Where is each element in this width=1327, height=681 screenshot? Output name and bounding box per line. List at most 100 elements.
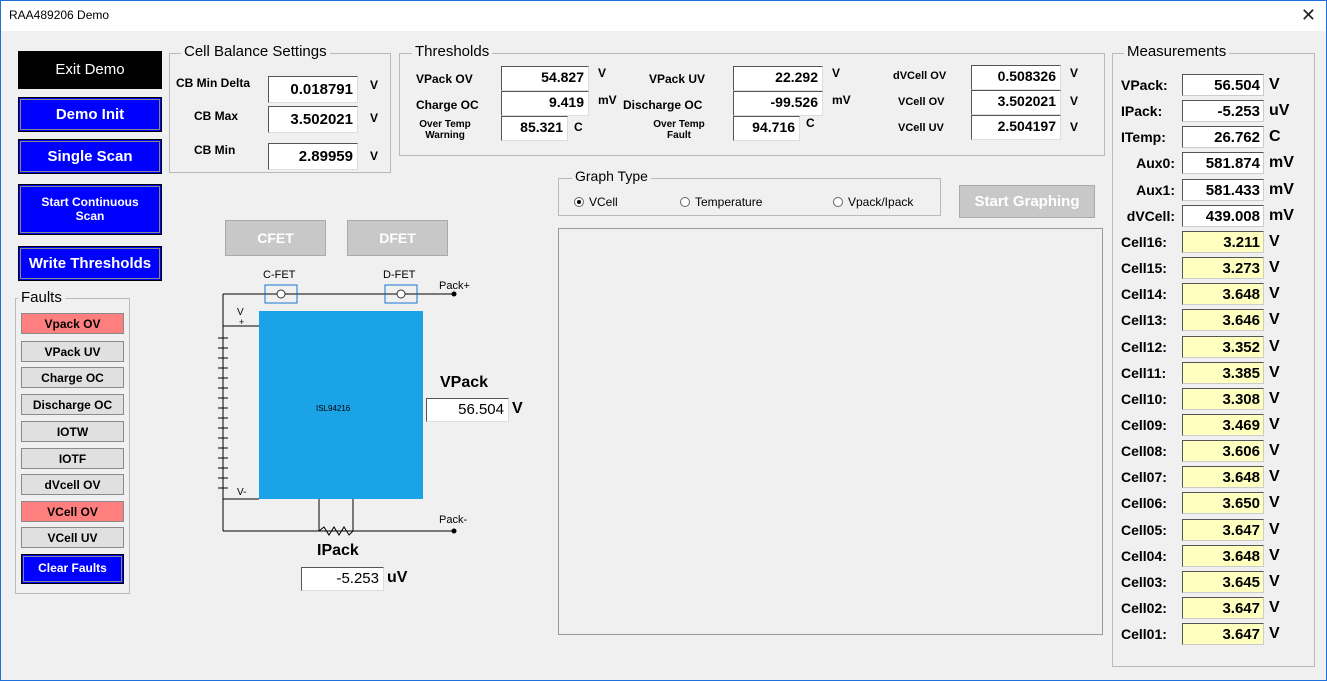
measurement-label: Cell14: bbox=[1121, 286, 1167, 302]
over-temp-warning-field[interactable]: 85.321 bbox=[501, 116, 568, 141]
over-temp-fault-field[interactable]: 94.716 bbox=[733, 116, 800, 141]
cb-min-field[interactable]: 2.89959 bbox=[268, 143, 358, 170]
measurement-value: 3.645 bbox=[1182, 571, 1264, 593]
cb-max-field[interactable]: 3.502021 bbox=[268, 106, 358, 133]
measurement-value: 3.647 bbox=[1182, 519, 1264, 541]
app-window: RAA489206 Demo ✕ Exit Demo Demo Init Sin… bbox=[0, 0, 1327, 681]
vcell-uv-unit: V bbox=[1070, 120, 1079, 134]
measurement-unit: V bbox=[1269, 76, 1280, 93]
over-temp-fault-label: Over Temp Fault bbox=[653, 119, 705, 141]
vpack-uv-unit: V bbox=[832, 66, 841, 80]
measurement-value: -5.253 bbox=[1182, 100, 1264, 122]
measurement-unit: V bbox=[1269, 311, 1280, 328]
discharge-oc-unit: mV bbox=[832, 93, 851, 107]
discharge-oc-field[interactable]: -99.526 bbox=[733, 91, 823, 116]
demo-init-button[interactable]: Demo Init bbox=[18, 97, 162, 132]
measurement-label: Cell07: bbox=[1121, 469, 1167, 485]
start-graphing-button[interactable]: Start Graphing bbox=[959, 185, 1095, 218]
graph-type-radio-label: Temperature bbox=[695, 195, 763, 209]
measurement-label: Cell15: bbox=[1121, 260, 1167, 276]
discharge-oc-label: Discharge OC bbox=[623, 98, 703, 112]
exit-demo-button[interactable]: Exit Demo bbox=[18, 51, 162, 89]
clear-faults-button[interactable]: Clear Faults bbox=[21, 554, 124, 584]
fault-indicator: Vpack OV bbox=[21, 313, 124, 334]
measurement-label: Cell01: bbox=[1121, 626, 1167, 642]
v-plus-sign: + bbox=[239, 317, 245, 327]
fault-indicator: VPack UV bbox=[21, 341, 124, 362]
measurement-unit: uV bbox=[1269, 102, 1290, 119]
v-minus-label: V- bbox=[237, 487, 247, 498]
measurement-value: 581.874 bbox=[1182, 152, 1264, 174]
measurement-unit: V bbox=[1269, 442, 1280, 459]
measurement-value: 3.647 bbox=[1182, 623, 1264, 645]
measurement-value: 581.433 bbox=[1182, 179, 1264, 201]
measurement-label: Cell04: bbox=[1121, 548, 1167, 564]
measurement-label: dVCell: bbox=[1126, 208, 1175, 224]
measurement-value: 3.648 bbox=[1182, 466, 1264, 488]
measurement-unit: mV bbox=[1269, 154, 1294, 171]
fault-indicator: IOTW bbox=[21, 421, 124, 442]
cb-min-delta-unit: V bbox=[370, 78, 379, 92]
measurement-unit: V bbox=[1269, 259, 1280, 276]
measurement-unit: V bbox=[1269, 573, 1280, 590]
measurement-unit: V bbox=[1269, 416, 1280, 433]
measurement-value: 26.762 bbox=[1182, 126, 1264, 148]
measurement-value: 3.647 bbox=[1182, 597, 1264, 619]
charge-oc-field[interactable]: 9.419 bbox=[501, 91, 589, 116]
measurement-value: 3.648 bbox=[1182, 283, 1264, 305]
fault-indicator: dVcell OV bbox=[21, 474, 124, 495]
start-continuous-scan-button[interactable]: Start Continuous Scan bbox=[18, 184, 162, 235]
cb-max-unit: V bbox=[370, 111, 379, 125]
graph-type-radio[interactable]: VCell bbox=[574, 195, 618, 209]
ipack-readout: -5.253 bbox=[301, 567, 384, 591]
over-temp-warning-unit: C bbox=[574, 120, 583, 134]
fault-indicator: VCell OV bbox=[21, 501, 124, 522]
measurement-label: Cell10: bbox=[1121, 391, 1167, 407]
vcell-ov-field[interactable]: 3.502021 bbox=[971, 90, 1061, 115]
radio-dot-icon bbox=[574, 197, 584, 207]
fault-indicator: IOTF bbox=[21, 448, 124, 469]
vpack-ov-label: VPack OV bbox=[416, 72, 473, 86]
measurement-unit: mV bbox=[1269, 207, 1294, 224]
window-title: RAA489206 Demo bbox=[9, 8, 110, 22]
vcell-ov-unit: V bbox=[1070, 94, 1079, 108]
radio-dot-icon bbox=[833, 197, 843, 207]
graph-type-radio[interactable]: Temperature bbox=[680, 195, 762, 209]
vcell-ov-label: VCell OV bbox=[898, 96, 945, 108]
measurement-value: 3.308 bbox=[1182, 388, 1264, 410]
measurement-label: VPack: bbox=[1121, 77, 1168, 93]
measurement-unit: V bbox=[1269, 338, 1280, 355]
measurement-label: Cell13: bbox=[1121, 312, 1167, 328]
measurement-label: Cell08: bbox=[1121, 443, 1167, 459]
single-scan-button[interactable]: Single Scan bbox=[18, 139, 162, 174]
radio-dot-icon bbox=[680, 197, 690, 207]
measurements-legend: Measurements bbox=[1124, 43, 1230, 60]
pack-minus-label: Pack- bbox=[439, 514, 468, 526]
cb-min-delta-field[interactable]: 0.018791 bbox=[268, 76, 358, 103]
charge-oc-label: Charge OC bbox=[416, 98, 479, 112]
graph-area[interactable] bbox=[558, 228, 1103, 635]
measurement-label: IPack: bbox=[1121, 103, 1163, 119]
faults-legend: Faults bbox=[18, 289, 65, 306]
vpack-ov-field[interactable]: 54.827 bbox=[501, 66, 589, 91]
measurement-label: Aux1: bbox=[1136, 182, 1175, 198]
write-thresholds-button[interactable]: Write Thresholds bbox=[18, 246, 162, 281]
graph-type-radio[interactable]: Vpack/Ipack bbox=[833, 195, 913, 209]
close-icon[interactable]: ✕ bbox=[1301, 5, 1316, 26]
cfet-button[interactable]: CFET bbox=[225, 220, 326, 256]
ipack-title: IPack bbox=[317, 542, 359, 559]
measurement-label: Cell02: bbox=[1121, 600, 1167, 616]
vpack-uv-field[interactable]: 22.292 bbox=[733, 66, 823, 91]
cb-max-label: CB Max bbox=[194, 109, 239, 123]
dfet-button[interactable]: DFET bbox=[347, 220, 448, 256]
dvcell-ov-field[interactable]: 0.508326 bbox=[971, 65, 1061, 90]
measurement-label: Cell09: bbox=[1121, 417, 1167, 433]
vpack-readout-unit: V bbox=[512, 400, 523, 417]
over-temp-fault-unit: C bbox=[806, 116, 815, 130]
measurement-label: Cell12: bbox=[1121, 339, 1167, 355]
graph-type-legend: Graph Type bbox=[572, 168, 651, 184]
measurement-unit: V bbox=[1269, 494, 1280, 511]
measurement-label: ITemp: bbox=[1121, 129, 1166, 145]
measurement-value: 56.504 bbox=[1182, 74, 1264, 96]
vcell-uv-field[interactable]: 2.504197 bbox=[971, 115, 1061, 140]
